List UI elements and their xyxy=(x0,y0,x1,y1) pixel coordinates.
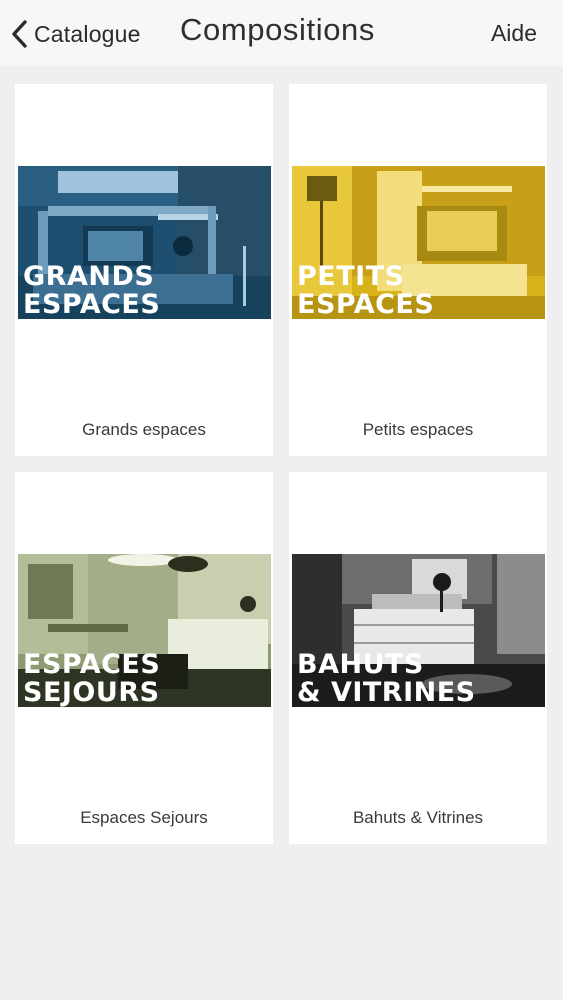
card-caption: Petits espaces xyxy=(362,420,474,439)
thumbnail-overlay-text: PETITS ESPACES xyxy=(297,261,435,319)
card-caption: Espaces Sejours xyxy=(80,808,208,827)
chevron-left-icon xyxy=(12,20,27,48)
composition-card-grands-espaces[interactable]: GRANDS ESPACES Grands espaces xyxy=(15,84,273,456)
card-caption: Grands espaces xyxy=(82,420,206,439)
composition-thumbnail: BAHUTS & VITRINES xyxy=(292,554,545,707)
composition-card-espaces-sejours[interactable]: ESPACES SEJOURS Espaces Sejours xyxy=(15,472,273,844)
navigation-bar: Catalogue Compositions Aide xyxy=(0,0,563,66)
thumbnail-overlay-text: GRANDS ESPACES xyxy=(23,261,161,319)
page-title: Compositions xyxy=(180,12,376,47)
thumbnail-overlay-text: ESPACES SEJOURS xyxy=(23,649,161,707)
composition-card-petits-espaces[interactable]: PETITS ESPACES Petits espaces xyxy=(289,84,547,456)
composition-thumbnail: ESPACES SEJOURS xyxy=(18,554,271,707)
card-caption: Bahuts & Vitrines xyxy=(352,808,484,827)
composition-card-bahuts-vitrines[interactable]: BAHUTS & VITRINES Bahuts & Vitrines xyxy=(289,472,547,844)
composition-thumbnail: PETITS ESPACES xyxy=(292,166,545,319)
back-label: Catalogue xyxy=(34,20,141,47)
help-button[interactable]: Aide xyxy=(491,20,537,47)
thumbnail-overlay-text: BAHUTS & VITRINES xyxy=(297,649,476,707)
back-button[interactable]: Catalogue xyxy=(10,14,141,54)
composition-thumbnail: GRANDS ESPACES xyxy=(18,166,271,319)
